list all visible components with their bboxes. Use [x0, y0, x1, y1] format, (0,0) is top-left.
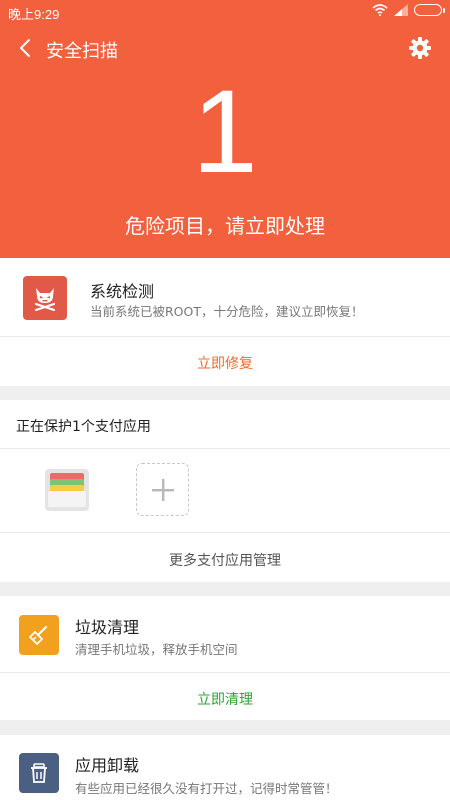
wallet-icon [45, 469, 89, 511]
wallet-app[interactable] [45, 467, 89, 511]
divider [0, 336, 450, 337]
app-uninstall-icon [19, 753, 59, 793]
system-check-title: 系统检测 [90, 282, 155, 301]
status-icons [372, 4, 445, 16]
app-uninstall-card: 应用卸载 有些应用已经很久没有打开过，记得时常管管！ [0, 735, 450, 800]
page-title: 安全扫描 [46, 41, 118, 62]
settings-gear-icon [409, 37, 431, 59]
clean-now-button[interactable]: 立即清理 [0, 689, 450, 709]
nav-bar: 安全扫描 [0, 28, 450, 68]
repair-now-button[interactable]: 立即修复 [0, 353, 450, 373]
divider [0, 448, 450, 449]
app-uninstall-description: 有些应用已经很久没有打开过，记得时常管管！ [75, 781, 338, 796]
junk-clean-icon [19, 615, 59, 655]
devil-icon [34, 288, 56, 312]
junk-clean-description: 清理手机垃圾，释放手机空间 [75, 642, 238, 657]
back-icon [20, 39, 30, 57]
trash-icon [31, 763, 47, 783]
payment-protection-title: 正在保护1个支付应用 [16, 419, 151, 435]
junk-clean-title: 垃圾清理 [75, 618, 140, 637]
system-check-card: 系统检测 当前系统已被ROOT，十分危险，建议立即恢复！ 立即修复 [0, 258, 450, 386]
risk-message: 危险项目，请立即处理 [125, 214, 325, 238]
app-uninstall-title: 应用卸载 [75, 756, 140, 775]
plus-icon [151, 478, 174, 501]
risk-count: 1 [192, 66, 258, 198]
broom-icon [29, 625, 48, 645]
signal-icon [394, 4, 408, 16]
scan-header: 晚上9:29 安全扫描 1 危险项目，请立即处理 [0, 0, 450, 258]
divider [0, 532, 450, 533]
divider [0, 672, 450, 673]
status-bar: 晚上9:29 [0, 0, 450, 24]
settings-button[interactable] [408, 36, 432, 60]
status-time: 晚上9:29 [8, 7, 60, 22]
system-check-description: 当前系统已被ROOT，十分危险，建议立即恢复！ [90, 304, 364, 319]
back-button[interactable] [12, 30, 38, 66]
junk-clean-card: 垃圾清理 清理手机垃圾，释放手机空间 立即清理 [0, 596, 450, 720]
payment-management-link[interactable]: 更多支付应用管理 [0, 550, 450, 570]
add-payment-app-button[interactable] [136, 463, 189, 516]
wifi-icon [372, 4, 388, 16]
battery-icon [414, 4, 445, 16]
system-check-icon [23, 276, 67, 320]
payment-protection-card: 正在保护1个支付应用 更多支付应用管理 [0, 400, 450, 582]
